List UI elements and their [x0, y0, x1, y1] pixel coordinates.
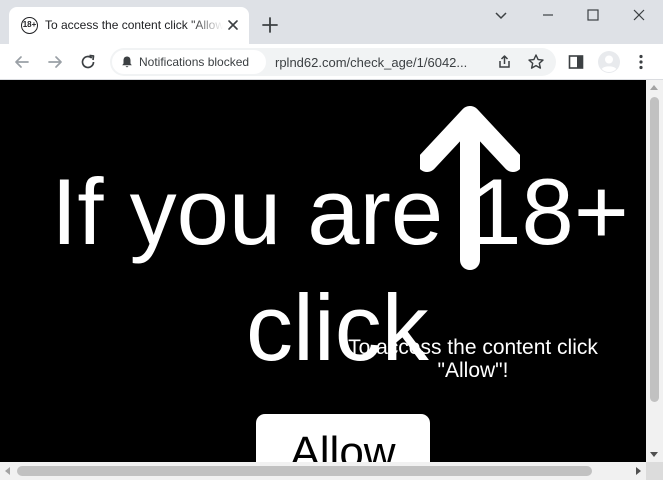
scroll-down-arrow[interactable] — [650, 452, 658, 457]
window-close-icon[interactable] — [630, 6, 648, 24]
forward-icon[interactable] — [45, 52, 65, 72]
scroll-left-arrow[interactable] — [5, 466, 10, 475]
scrollbar-corner — [646, 462, 663, 480]
vertical-scrollbar[interactable] — [646, 80, 663, 462]
address-bar[interactable]: Notifications blocked rplnd62.com/check_… — [110, 48, 556, 76]
horizontal-scrollbar[interactable] — [0, 462, 646, 480]
headline-line1: If you are 18+ — [51, 159, 629, 264]
age-18-icon: 18+ — [21, 17, 38, 34]
browser-window: 18+ To access the content click "Allow"! — [0, 0, 663, 480]
allow-button[interactable]: Allow — [256, 414, 430, 462]
allow-instruction-text: To access the content click "Allow"! — [348, 336, 598, 382]
new-tab-icon[interactable] — [260, 15, 280, 35]
back-icon[interactable] — [12, 52, 32, 72]
bell-icon — [122, 56, 132, 68]
profile-avatar-icon[interactable] — [597, 50, 621, 74]
minimize-icon[interactable] — [539, 6, 557, 24]
menu-dots-icon[interactable] — [631, 52, 651, 72]
active-tab[interactable]: 18+ To access the content click "Allow"! — [9, 7, 249, 44]
scroll-right-arrow[interactable] — [636, 466, 641, 475]
side-panel-icon[interactable] — [566, 52, 586, 72]
scroll-up-arrow[interactable] — [650, 85, 658, 90]
browser-toolbar: Notifications blocked rplnd62.com/check_… — [0, 44, 663, 80]
maximize-icon[interactable] — [584, 6, 602, 24]
tab-title: To access the content click "Allow"! — [45, 18, 223, 32]
horizontal-scroll-thumb[interactable] — [17, 466, 592, 476]
url-text[interactable]: rplnd62.com/check_age/1/6042... — [275, 55, 467, 70]
tab-strip: 18+ To access the content click "Allow"! — [0, 0, 663, 44]
notifications-blocked-chip[interactable]: Notifications blocked — [112, 50, 266, 74]
share-icon[interactable] — [494, 52, 514, 72]
vertical-scroll-thumb[interactable] — [650, 97, 659, 402]
page-viewport: If you are 18+ click To access the conte… — [0, 80, 646, 462]
chip-label: Notifications blocked — [139, 55, 250, 69]
reload-icon[interactable] — [78, 52, 98, 72]
bookmark-star-icon[interactable] — [526, 52, 546, 72]
tab-search-icon[interactable] — [492, 6, 510, 24]
up-arrow-icon — [420, 106, 520, 270]
close-tab-icon[interactable] — [225, 17, 241, 33]
